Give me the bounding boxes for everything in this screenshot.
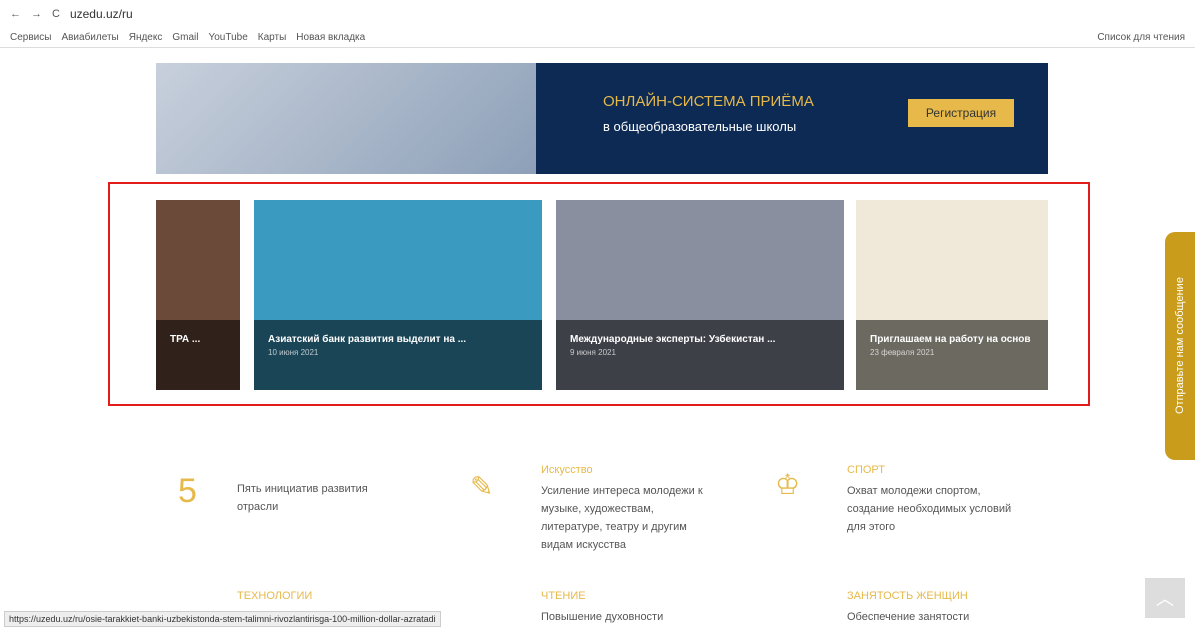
card-title: Азиатский банк развития выделит на ... [268,334,467,345]
number-five: 5 [178,472,197,510]
news-card[interactable]: Приглашаем на работу на основ 23 февраля … [856,200,1048,390]
bookmark[interactable]: Сервисы [10,32,51,43]
bookmark[interactable]: Яндекс [129,32,163,43]
card-date: 23 февраля 2021 [870,348,935,357]
card-date: 10 июня 2021 [268,348,319,357]
bookmark[interactable]: Авиабилеты [61,32,118,43]
news-card[interactable]: ТРА ... [156,200,240,390]
bookmark[interactable]: Новая вкладка [296,32,365,43]
feedback-tab[interactable]: Отправьте нам сообщение [1165,232,1195,460]
card-date: 9 июня 2021 [570,348,616,357]
register-button[interactable]: Регистрация [908,99,1014,127]
url-field[interactable]: uzedu.uz/ru [70,7,1185,21]
status-url: https://uzedu.uz/ru/osie-tarakkiet-banki… [4,611,441,627]
art-icon: ✎ [470,471,494,502]
news-card[interactable]: Международные эксперты: Узбекистан ... 9 … [556,200,844,390]
address-bar: ← → Cuzedu.uz/ru [0,0,1195,28]
card-title: Международные эксперты: Узбекистан ... [570,334,776,345]
hero-subtitle: в общеобразовательные школы [603,119,797,134]
bookmark[interactable]: YouTube [208,32,247,43]
item-title: ЧТЕНИЕ [541,590,586,602]
item-text: Охват молодежи спортом, создание необход… [847,485,1012,533]
news-card[interactable]: Азиатский банк развития выделит на ... 10… [254,200,542,390]
scroll-top-icon[interactable]: ︿ [1145,578,1185,618]
card-title: Приглашаем на работу на основ [870,334,1031,345]
news-carousel: ТРА ... Азиатский банк развития выделит … [108,182,1090,406]
bookmark[interactable]: Карты [258,32,287,43]
item-title: СПОРТ [847,464,885,476]
reading-list[interactable]: Список для чтения [1097,32,1185,43]
hero-banner: ОНЛАЙН-СИСТЕМА ПРИЁМА в общеобразовательн… [156,63,1048,174]
forward-icon[interactable]: → [31,8,42,20]
item-text: Усиление интереса молодежи к музыке, худ… [541,485,703,551]
trophy-icon: ♔ [775,469,801,500]
item-text: Пять инициатив развития отрасли [237,483,368,513]
item-text: Обеспечение занятости [847,611,970,623]
item-title: ТЕХНОЛОГИИ [237,590,313,602]
bookmarks-bar: Сервисы Авиабилеты Яндекс Gmail YouTube Карты… [0,28,1195,48]
bookmark[interactable]: Gmail [172,32,198,43]
reload-icon[interactable]: C [52,8,60,20]
back-icon[interactable]: ← [10,8,21,20]
banner-photo [156,63,536,174]
item-text: Повышение духовности [541,611,664,623]
card-title: ТРА ... [170,334,201,345]
hero-title: ОНЛАЙН-СИСТЕМА ПРИЁМА [603,93,814,110]
item-title: ЗАНЯТОСТЬ ЖЕНЩИН [847,590,968,602]
item-title: Искусство [541,464,593,476]
